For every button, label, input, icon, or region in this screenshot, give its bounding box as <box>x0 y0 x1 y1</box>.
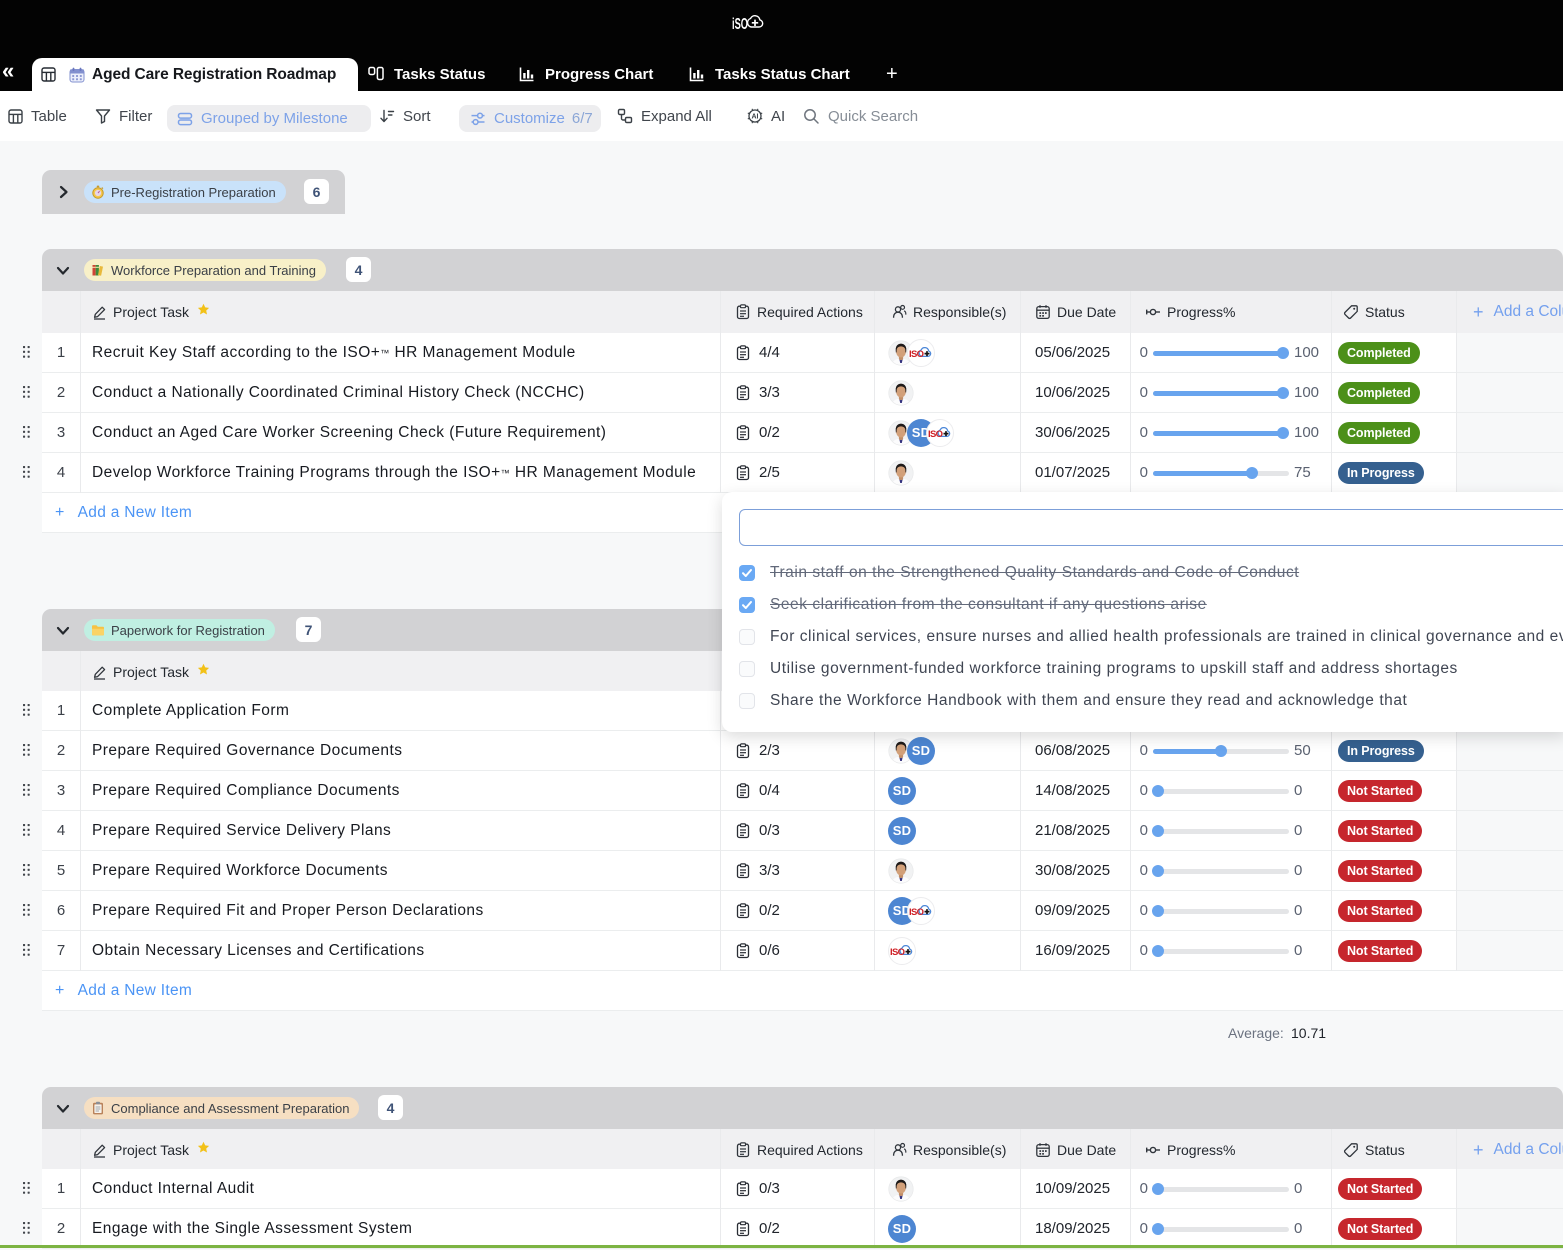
svg-text:ISO: ISO <box>890 947 905 958</box>
svg-text:ISO: ISO <box>909 349 924 360</box>
svg-text:ISO: ISO <box>928 429 943 440</box>
svg-text:ISO: ISO <box>909 907 924 918</box>
svg-text:AI: AI <box>752 114 759 121</box>
svg-text:iSO: iSO <box>732 16 748 33</box>
